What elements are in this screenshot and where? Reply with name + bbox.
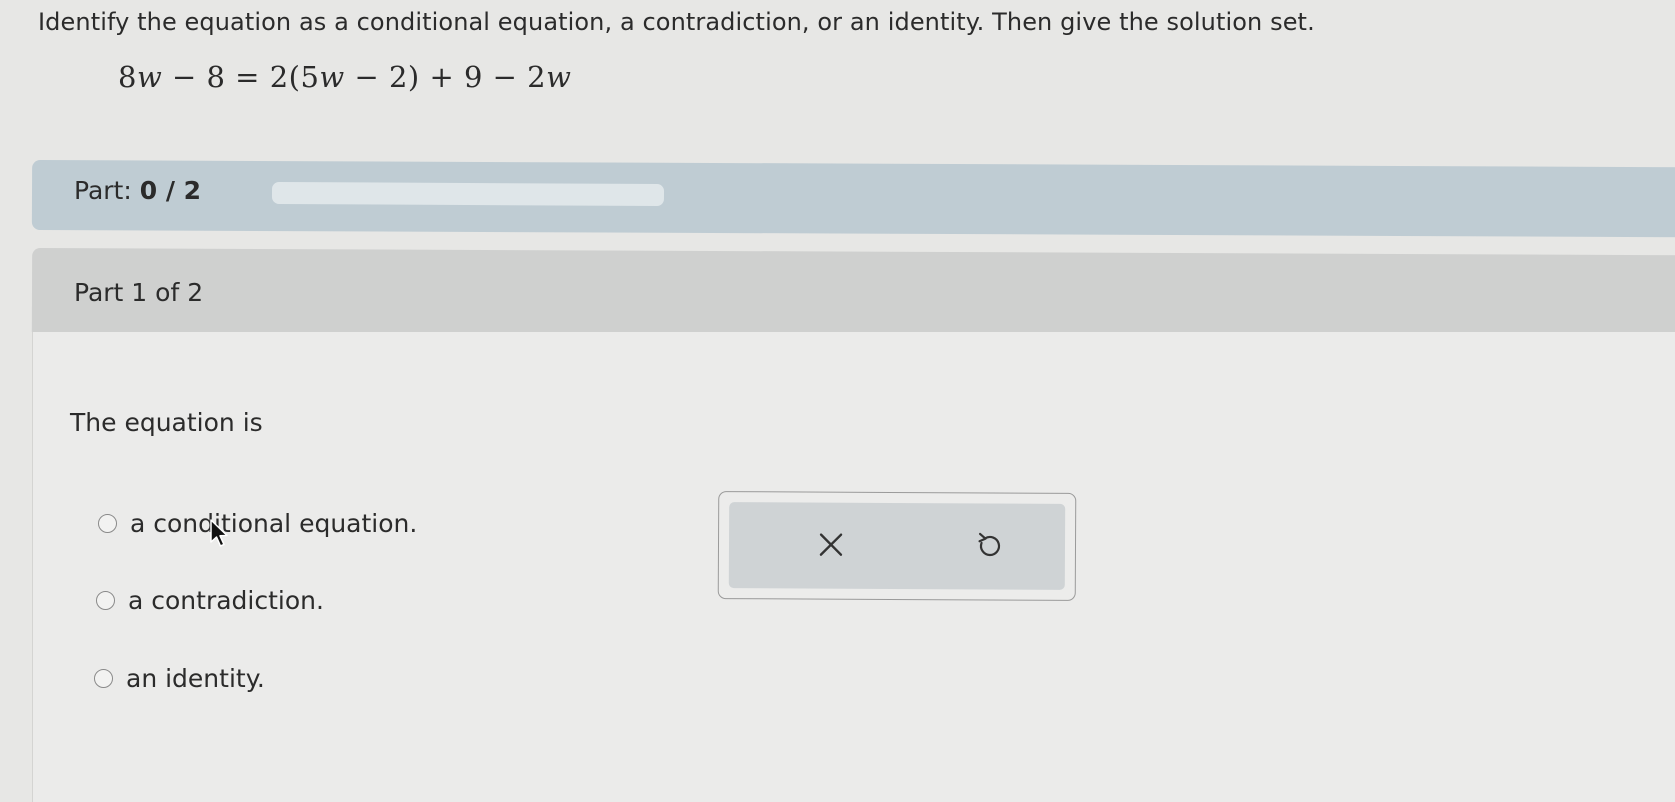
equation-variable: w — [137, 60, 162, 94]
question-instruction: Identify the equation as a conditional e… — [38, 8, 1315, 36]
progress-label-text: Part: — [74, 176, 132, 205]
part-title: Part 1 of 2 — [74, 278, 203, 307]
answer-tools-panel — [718, 491, 1077, 601]
option-label: an identity. — [126, 664, 265, 693]
progress-bar — [272, 182, 664, 206]
option-identity[interactable]: an identity. — [94, 664, 265, 693]
equation-variable: w — [319, 60, 344, 94]
radio-button[interactable] — [98, 514, 117, 533]
progress-label: Part: 0 / 2 — [74, 176, 201, 205]
option-conditional-equation[interactable]: a conditional equation. — [98, 509, 417, 538]
answer-tools-inner — [729, 502, 1065, 590]
clear-button[interactable] — [803, 517, 859, 573]
option-label: a contradiction. — [128, 586, 324, 615]
undo-button[interactable] — [961, 517, 1017, 573]
equation-lhs-coef: 8 — [118, 60, 137, 94]
undo-icon — [974, 530, 1004, 560]
mouse-cursor-icon — [209, 518, 231, 550]
close-icon — [816, 530, 846, 560]
radio-button[interactable] — [94, 669, 113, 688]
equation-lhs-rest: − 8 = 2(5 — [162, 60, 319, 94]
progress-value: 0 / 2 — [140, 176, 201, 205]
equation-rhs-rest: − 2) + 9 − 2 — [345, 60, 546, 94]
part-header — [32, 248, 1675, 339]
question-prompt: The equation is — [70, 408, 263, 437]
option-label: a conditional equation. — [130, 509, 417, 538]
equation-variable: w — [546, 60, 571, 94]
radio-button[interactable] — [96, 591, 115, 610]
equation: 8w − 8 = 2(5w − 2) + 9 − 2w — [118, 60, 571, 94]
option-contradiction[interactable]: a contradiction. — [96, 586, 324, 615]
